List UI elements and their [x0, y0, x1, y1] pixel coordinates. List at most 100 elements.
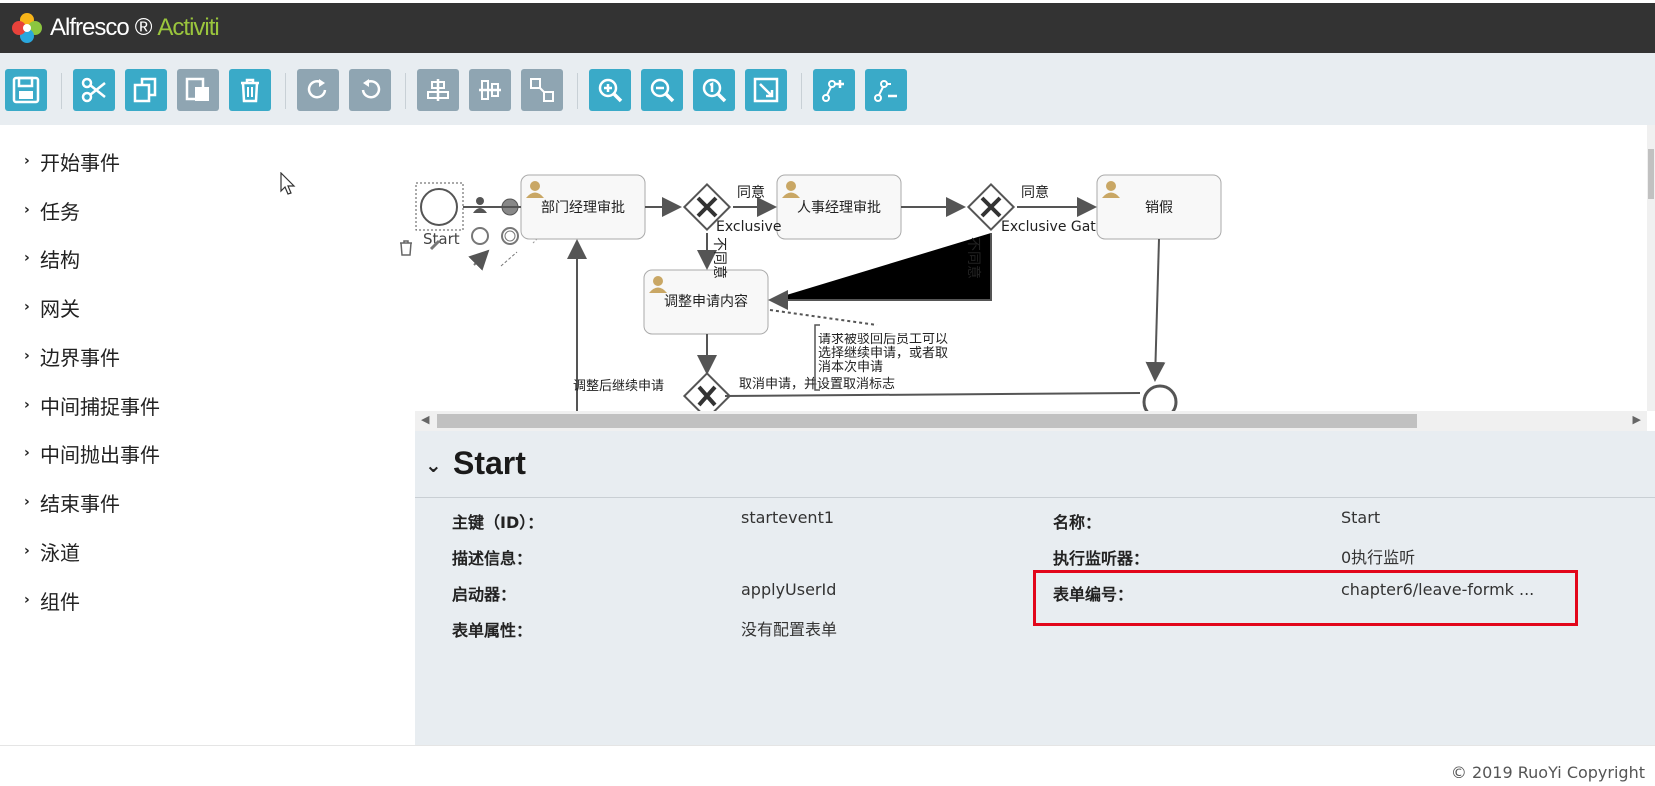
palette-group-throwing-events[interactable]: › 中间抛出事件	[24, 439, 160, 467]
start-event[interactable]	[420, 188, 458, 226]
palette-group-label: 网关	[40, 296, 80, 321]
undo-icon	[361, 79, 381, 99]
zoom-fit-button[interactable]	[745, 69, 787, 111]
execution-listener-value[interactable]: 0执行监听	[1341, 544, 1415, 568]
initiator-value[interactable]: applyUserId	[741, 580, 836, 599]
flow-agree-label: 同意	[1021, 184, 1049, 201]
zoom-actual-icon	[702, 78, 727, 103]
intermediate-event-icon[interactable]	[501, 227, 519, 245]
chevron-right-icon: ›	[24, 397, 30, 413]
trash-icon[interactable]	[399, 240, 413, 256]
zoom-in-button[interactable]	[589, 69, 631, 111]
copy-button[interactable]	[125, 69, 167, 111]
chevron-down-icon[interactable]: ⌄	[425, 453, 442, 477]
palette-group-gateways[interactable]: › 网关	[24, 293, 80, 321]
task-adjust-label: 调整申请内容	[664, 293, 748, 310]
scrollbar-thumb[interactable]	[437, 414, 1417, 428]
name-value[interactable]: Start	[1341, 508, 1380, 527]
palette-group-boundary-events[interactable]: › 边界事件	[24, 342, 120, 370]
align-horizontal-icon	[479, 80, 501, 100]
id-label: 主键（ID）：	[452, 513, 544, 532]
toolbar-separator	[61, 73, 62, 109]
flow-agree-label: 同意	[737, 184, 765, 201]
chevron-right-icon: ›	[24, 592, 30, 608]
undo-button[interactable]	[349, 69, 391, 111]
palette-group-label: 结构	[40, 247, 80, 272]
remove-bendpoint-icon	[874, 80, 897, 102]
task-hr-label: 人事经理审批	[797, 200, 881, 216]
properties-header[interactable]: ⌄ Start	[415, 431, 1655, 498]
scroll-left-icon[interactable]: ◀	[421, 413, 429, 426]
align-horizontal-button[interactable]	[469, 69, 511, 111]
add-bendpoint-icon	[822, 80, 844, 102]
copy-icon	[133, 77, 157, 103]
palette-group-end-events[interactable]: › 结束事件	[24, 488, 120, 516]
highlight-box	[1033, 570, 1578, 626]
sequence-flow-icon[interactable]	[468, 249, 490, 271]
same-size-icon	[530, 78, 554, 102]
dotted-flow-icon[interactable]	[500, 251, 518, 267]
sequence-flow[interactable]	[1145, 238, 1166, 382]
zoom-actual-button[interactable]	[693, 69, 735, 111]
editor-toolbar	[0, 53, 1655, 126]
user-task-icon[interactable]	[473, 197, 487, 213]
paste-icon	[185, 77, 209, 101]
flow-disagree-label: 不同意	[711, 237, 728, 279]
chevron-right-icon: ›	[24, 299, 30, 315]
id-value[interactable]: startevent1	[741, 508, 834, 527]
palette-group-label: 开始事件	[40, 150, 120, 175]
mouse-cursor-icon	[280, 172, 296, 195]
flow-disagree-label: 不同意	[965, 237, 982, 279]
align-vertical-icon	[427, 79, 449, 101]
scrollbar-thumb[interactable]	[1648, 149, 1654, 199]
alfresco-logo: Alfresco ® Activiti	[10, 11, 220, 45]
palette-group-label: 任务	[40, 199, 80, 224]
palette-group-artifacts[interactable]: › 组件	[24, 586, 80, 614]
start-event-label: Start	[423, 230, 460, 248]
chevron-right-icon: ›	[24, 348, 30, 364]
toolbar-separator	[801, 73, 802, 109]
redo-button[interactable]	[297, 69, 339, 111]
shape-palette: › 开始事件 › 任务 › 结构 › 网关 › 边界事件 › 中间捕捉事件 › 中间抛出事件 …	[0, 125, 417, 745]
remove-bendpoint-button[interactable]	[865, 69, 907, 111]
sequence-flow-cancel[interactable]	[724, 392, 1141, 397]
same-size-button[interactable]	[521, 69, 563, 111]
vertical-scrollbar[interactable]	[1647, 125, 1655, 411]
palette-group-swimlanes[interactable]: › 泳道	[24, 537, 80, 565]
annotation-text: 请求被驳回后员工可以选择继续申请，或者取消本次申请	[818, 333, 949, 375]
align-vertical-button[interactable]	[417, 69, 459, 111]
zoom-out-icon	[650, 78, 675, 103]
delete-button[interactable]	[229, 69, 271, 111]
chevron-right-icon: ›	[24, 445, 30, 461]
product-name: Activiti	[157, 14, 219, 41]
end-event[interactable]	[1142, 384, 1178, 411]
save-button[interactable]	[5, 69, 47, 111]
chevron-right-icon: ›	[24, 153, 30, 169]
palette-group-tasks[interactable]: › 任务	[24, 196, 80, 224]
palette-group-start-events[interactable]: › 开始事件	[24, 147, 120, 175]
palette-group-structural[interactable]: › 结构	[24, 244, 80, 272]
cut-button[interactable]	[73, 69, 115, 111]
timer-event-icon[interactable]	[471, 227, 489, 245]
text-annotation[interactable]: 请求被驳回后员工可以选择继续申请，或者取消本次申请	[818, 333, 953, 393]
diagram-canvas[interactable]: Start 部门经理审批 人事经理审批 销假 调整申请内容 Exclusive …	[415, 125, 1655, 431]
zoom-out-button[interactable]	[641, 69, 683, 111]
exclusive-gateway-3[interactable]	[682, 371, 732, 411]
add-bendpoint-button[interactable]	[813, 69, 855, 111]
copyright-text: © 2019 RuoYi Copyright	[1450, 763, 1645, 782]
sequence-flow-disagree[interactable]	[768, 233, 992, 310]
association-line[interactable]	[769, 309, 878, 326]
palette-group-label: 中间捕捉事件	[40, 394, 160, 419]
page-footer: © 2019 RuoYi Copyright	[0, 745, 1655, 786]
properties-title: Start	[453, 445, 526, 481]
form-properties-value[interactable]: 没有配置表单	[741, 616, 837, 640]
horizontal-scrollbar[interactable]: ◀ ▶	[415, 411, 1647, 431]
gateway1-label: Exclusive	[716, 219, 781, 235]
gateway2-label: Exclusive Gat	[1001, 219, 1096, 235]
palette-group-catching-events[interactable]: › 中间捕捉事件	[24, 391, 160, 419]
flow-continue-label: 调整后继续申请	[573, 379, 664, 394]
scroll-right-icon[interactable]: ▶	[1633, 413, 1641, 426]
palette-group-label: 泳道	[40, 540, 80, 565]
paste-button[interactable]	[177, 69, 219, 111]
palette-group-label: 组件	[40, 589, 80, 614]
